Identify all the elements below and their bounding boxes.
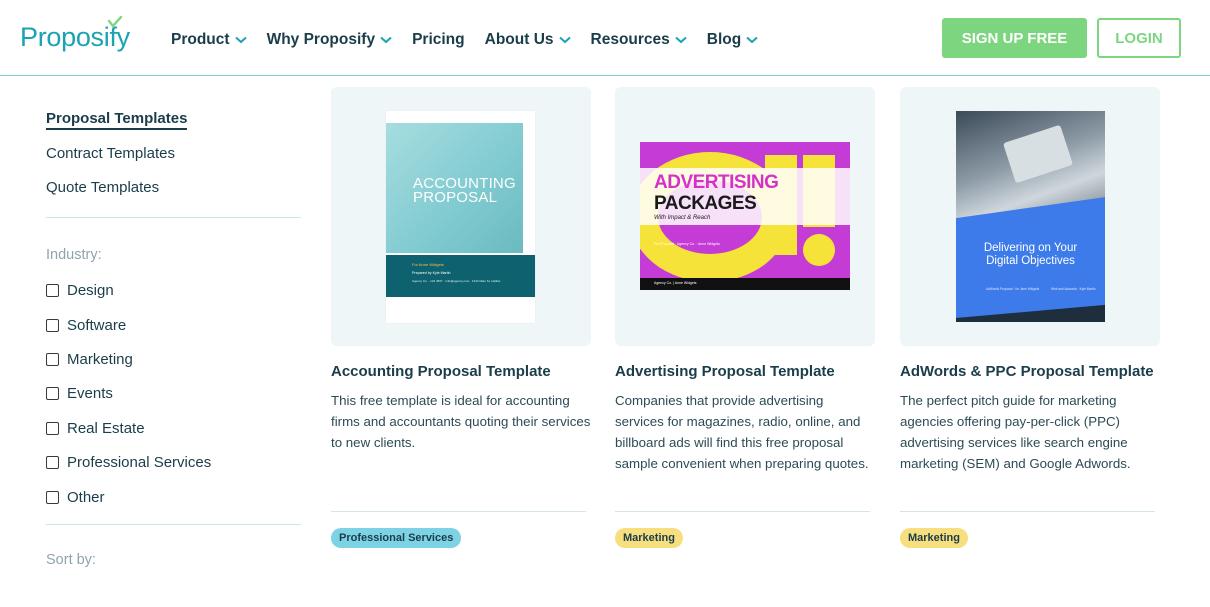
nav-why-proposify[interactable]: Why Proposify <box>267 31 393 49</box>
filter-sidebar: Proposal Templates Contract Templates Qu… <box>46 110 301 568</box>
category-tag[interactable]: Marketing <box>615 528 683 548</box>
template-description: The perfect pitch guide for marketing ag… <box>900 393 1131 471</box>
checkbox[interactable] <box>46 318 59 332</box>
sidebar-link-label: Proposal Templates <box>46 110 188 130</box>
industry-heading: Industry: <box>46 246 102 263</box>
checkbox[interactable] <box>46 352 59 366</box>
divider <box>331 511 586 512</box>
template-card: ADVERTISING PACKAGES With Impact & Reach… <box>615 87 875 548</box>
template-thumbnail[interactable]: Delivering on Your Digital Objectives Ad… <box>900 87 1160 346</box>
cover-title-line: ADVERTISING <box>654 172 779 193</box>
template-thumbnail[interactable]: ACCOUNTING PROPOSAL For Anne Widgets Pre… <box>331 87 591 346</box>
sidebar-link-proposal-templates[interactable]: Proposal Templates <box>46 110 301 145</box>
cover-footer: Agency Co. | Anne Widgets <box>640 278 850 290</box>
nav-product-label: Product <box>171 31 230 48</box>
cover-title-line: PROPOSAL <box>413 189 498 206</box>
template-card: ACCOUNTING PROPOSAL For Anne Widgets Pre… <box>331 87 591 548</box>
sort-heading: Sort by: <box>46 552 96 569</box>
nav-pricing[interactable]: Pricing <box>412 31 465 49</box>
filter-events[interactable]: Events <box>46 377 301 411</box>
main-nav: Product Why Proposify Pricing About Us R… <box>171 31 778 49</box>
filter-label: Events <box>67 385 113 403</box>
cover-footer-text: Agency Co. | Anne Widgets <box>654 281 697 285</box>
nav-blog-label: Blog <box>706 31 742 48</box>
category-tag[interactable]: Professional Services <box>331 528 462 548</box>
cover-title-line: Digital Objectives <box>986 255 1075 267</box>
sidebar-link-contract-templates[interactable]: Contract Templates <box>46 145 301 180</box>
filter-label: Design <box>67 282 114 300</box>
login-button[interactable]: LOGIN <box>1097 18 1181 58</box>
chevron-down-icon <box>675 36 687 44</box>
cover-for-line: For Anne Widgets <box>412 262 444 267</box>
logo-check-icon <box>107 15 123 28</box>
cover-title: Delivering on Your Digital Objectives <box>956 242 1105 268</box>
filter-software[interactable]: Software <box>46 308 301 342</box>
cover-footer <box>956 303 1105 322</box>
template-title[interactable]: AdWords & PPC Proposal Template <box>900 363 1160 380</box>
nav-about-us-label: About Us <box>484 31 554 48</box>
chevron-down-icon <box>380 36 392 44</box>
advertising-cover-image: ADVERTISING PACKAGES With Impact & Reach… <box>640 142 850 290</box>
filter-marketing[interactable]: Marketing <box>46 342 301 376</box>
nav-resources[interactable]: Resources <box>591 31 687 49</box>
filter-label: Other <box>67 488 105 506</box>
cover-details: AdWords Proposal · for Jane Widgets <box>986 287 1040 291</box>
cover-prepared-line: Prepared by Kyle Martin <box>412 271 451 275</box>
cover-details: Agency Co. · 123 4567 · info@agency.com … <box>412 279 501 283</box>
cover-details: Web and Adwords · Kyle Martin <box>1051 287 1096 291</box>
template-card: Delivering on Your Digital Objectives Ad… <box>900 87 1160 548</box>
category-tag[interactable]: Marketing <box>900 528 968 548</box>
divider <box>46 524 301 526</box>
divider <box>615 511 870 512</box>
template-description: Companies that provide advertising servi… <box>615 393 869 471</box>
nav-why-proposify-label: Why Proposify <box>266 31 376 48</box>
sign-up-button[interactable]: SIGN UP FREE <box>942 18 1087 58</box>
template-title[interactable]: Accounting Proposal Template <box>331 363 591 380</box>
template-title[interactable]: Advertising Proposal Template <box>615 363 875 380</box>
filter-design[interactable]: Design <box>46 274 301 308</box>
sidebar-link-label: Quote Templates <box>46 179 160 196</box>
template-thumbnail[interactable]: ADVERTISING PACKAGES With Impact & Reach… <box>615 87 875 346</box>
checkbox[interactable] <box>46 284 59 298</box>
filter-label: Software <box>67 316 127 334</box>
divider <box>900 511 1155 512</box>
adwords-cover-image: Delivering on Your Digital Objectives Ad… <box>956 111 1105 322</box>
chevron-down-icon <box>746 36 758 44</box>
filter-label: Professional Services <box>67 454 212 472</box>
nav-about-us[interactable]: About Us <box>485 31 571 49</box>
nav-pricing-label: Pricing <box>412 31 465 48</box>
cover-title-line: Delivering on Your <box>983 242 1078 254</box>
cover-shape <box>803 234 835 266</box>
nav-product[interactable]: Product <box>171 31 247 49</box>
sidebar-link-quote-templates[interactable]: Quote Templates <box>46 179 301 214</box>
filter-other[interactable]: Other <box>46 480 301 514</box>
cover-title: ACCOUNTING PROPOSAL <box>413 176 516 206</box>
accounting-cover-image: ACCOUNTING PROPOSAL For Anne Widgets Pre… <box>386 111 535 323</box>
filter-label: Marketing <box>67 350 133 368</box>
filter-real-estate[interactable]: Real Estate <box>46 411 301 445</box>
checkbox[interactable] <box>46 387 59 401</box>
sidebar-link-label: Contract Templates <box>46 144 175 162</box>
checkbox[interactable] <box>46 456 59 470</box>
chevron-down-icon <box>234 36 247 44</box>
cover-subtitle: With Impact & Reach <box>654 215 711 221</box>
template-description: This free template is ideal for accounti… <box>331 393 591 450</box>
filter-label: Real Estate <box>67 419 145 437</box>
divider <box>46 216 301 218</box>
nav-resources-label: Resources <box>590 31 670 48</box>
site-header: Proposify Product Why Proposify Pricing … <box>0 0 1210 76</box>
checkbox[interactable] <box>46 421 59 435</box>
cover-band: For Anne Widgets Prepared by Kyle Martin… <box>386 255 535 297</box>
filter-professional-services[interactable]: Professional Services <box>46 445 301 479</box>
cover-title-line: PACKAGES <box>654 193 757 214</box>
nav-blog[interactable]: Blog <box>707 31 758 49</box>
checkbox[interactable] <box>46 490 59 504</box>
chevron-down-icon <box>558 36 571 44</box>
cover-details: For Proposal · Agency Co. · Anne Widgets <box>654 242 720 246</box>
